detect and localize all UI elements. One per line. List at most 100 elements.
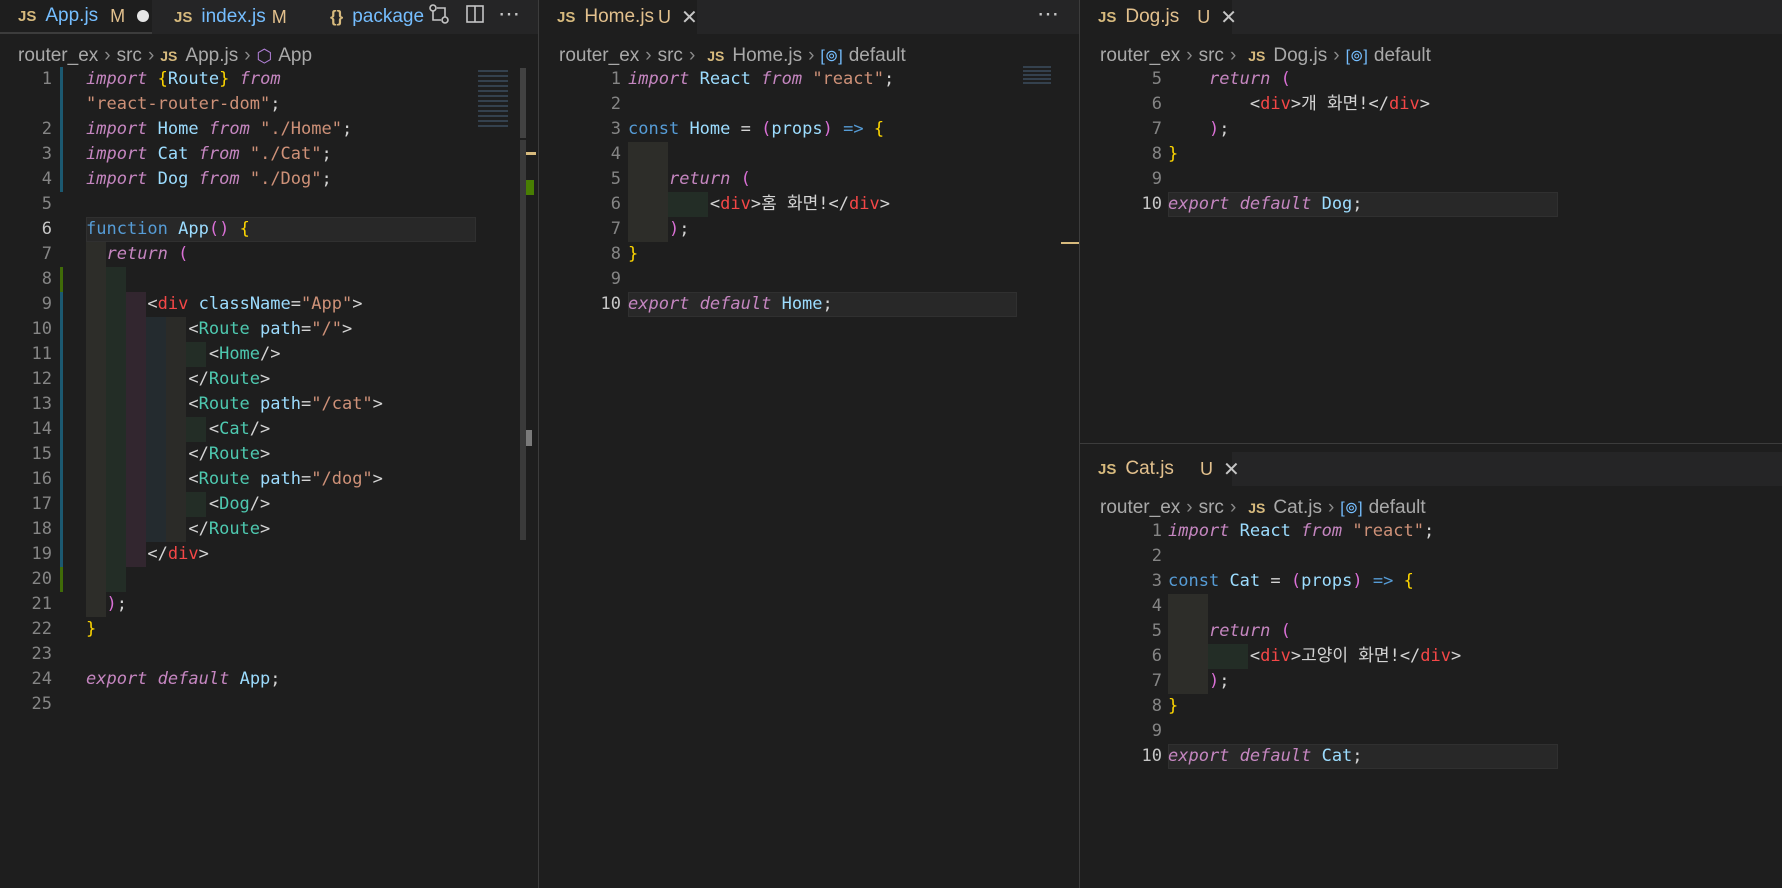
code-line[interactable]: <Cat/> (86, 417, 270, 442)
breadcrumb-file[interactable]: Dog.js (1273, 45, 1327, 67)
line-number: 5 (610, 169, 621, 189)
tab-label: Dog.js (1125, 6, 1180, 27)
close-icon[interactable]: ✕ (1220, 5, 1237, 30)
breadcrumb-file[interactable]: App.js (185, 45, 238, 67)
breadcrumb-file[interactable]: Home.js (732, 45, 802, 67)
group-divider[interactable] (1080, 443, 1782, 444)
breadcrumb-file[interactable]: Cat.js (1273, 497, 1322, 519)
code-line[interactable]: "react-router-dom"; (86, 92, 280, 117)
code-line[interactable]: <div className="App"> (86, 292, 362, 317)
line-number: 20 (31, 569, 52, 589)
breadcrumb-folder[interactable]: router_ex (559, 45, 639, 67)
breadcrumb-folder[interactable]: src (117, 45, 142, 67)
code-line[interactable]: } (1168, 142, 1178, 167)
unsaved-dot-icon[interactable] (137, 10, 150, 22)
line-number: 9 (610, 269, 621, 289)
code-line[interactable]: <Dog/> (86, 492, 270, 517)
code-line[interactable]: ); (1168, 669, 1230, 694)
tab-dog-js[interactable]: JS Dog.js U ✕ (1080, 0, 1237, 34)
code-line[interactable]: return ( (1168, 619, 1291, 644)
line-number: 4 (610, 144, 621, 164)
code-line[interactable]: </Route> (86, 517, 270, 542)
scrollbar-thumb[interactable] (526, 430, 532, 446)
code-line[interactable]: ); (86, 592, 127, 617)
code-line[interactable]: import {Route} from (86, 67, 281, 92)
breadcrumb-folder[interactable]: src (1199, 497, 1224, 519)
js-file-icon: JS (1098, 8, 1117, 26)
code-line[interactable]: import React from "react"; (1168, 519, 1434, 544)
breadcrumb-symbol[interactable]: default (1374, 45, 1431, 67)
code-line[interactable]: </Route> (86, 442, 270, 467)
tab-label: App.js (45, 5, 99, 26)
code-line[interactable]: <div>개 화면!</div> (1168, 92, 1430, 117)
code-line[interactable]: export default App; (86, 667, 281, 692)
code-line[interactable]: function App() { (86, 217, 250, 242)
line-number: 22 (31, 619, 52, 639)
chevron-right-icon: › (1229, 45, 1237, 66)
code-line[interactable]: </div> (86, 542, 208, 567)
code-line[interactable]: import Home from "./Home"; (86, 117, 352, 142)
code-line[interactable]: } (628, 242, 638, 267)
close-icon[interactable]: ✕ (681, 5, 698, 30)
variable-icon: [⊚] (1340, 500, 1363, 517)
code-line[interactable]: import Cat from "./Cat"; (86, 142, 332, 167)
code-line[interactable]: import React from "react"; (628, 67, 894, 92)
code-line[interactable]: </Route> (86, 367, 270, 392)
untracked-badge: U (1199, 458, 1213, 479)
chevron-right-icon: › (1229, 497, 1237, 518)
more-actions-icon[interactable]: ⋯ (498, 1, 520, 27)
chevron-right-icon: › (1333, 45, 1340, 66)
code-line[interactable]: <Route path="/dog"> (86, 467, 383, 492)
breadcrumb-folder[interactable]: router_ex (1100, 497, 1180, 519)
code-line[interactable]: return ( (1168, 67, 1291, 92)
breadcrumb-folder[interactable]: router_ex (1100, 45, 1180, 67)
tab-cat-js[interactable]: JS Cat.js U ✕ (1080, 452, 1240, 486)
git-added-bar (60, 267, 63, 292)
breadcrumb-symbol[interactable]: App (278, 45, 312, 67)
code-line[interactable]: <Route path="/"> (86, 317, 352, 342)
line-number: 25 (31, 694, 52, 714)
breadcrumb-folder[interactable]: router_ex (18, 45, 98, 67)
breadcrumb-folder[interactable]: src (1199, 45, 1224, 67)
more-actions-icon[interactable]: ⋯ (1037, 1, 1059, 27)
code-line[interactable]: } (1168, 694, 1178, 719)
code-line[interactable]: import Dog from "./Dog"; (86, 167, 332, 192)
code-line[interactable]: export default Home; (628, 292, 833, 317)
scrollbar-thumb[interactable] (520, 140, 526, 540)
line-number: 21 (31, 594, 52, 614)
breadcrumb-symbol[interactable]: default (1369, 497, 1426, 519)
close-icon[interactable]: ✕ (1223, 457, 1240, 482)
line-number: 8 (1151, 696, 1162, 716)
editor-group-dog: JS Dog.js U ✕ router_ex › src › JS Dog.js › … (1080, 0, 1782, 443)
minimap[interactable] (478, 70, 518, 130)
scrollbar[interactable] (520, 68, 526, 138)
code-line[interactable]: const Home = (props) => { (628, 117, 884, 142)
tab-home-js[interactable]: JS Home.js U ✕ (539, 0, 698, 34)
breadcrumb-folder[interactable]: src (658, 45, 683, 67)
code-line[interactable]: return ( (628, 167, 751, 192)
code-line[interactable]: ); (628, 217, 690, 242)
code-line[interactable]: } (86, 617, 96, 642)
line-number: 5 (1151, 621, 1162, 641)
tab-package-json[interactable]: {} package (316, 0, 425, 34)
variable-icon: [⊚] (1345, 48, 1368, 65)
tab-label: package (352, 6, 425, 27)
minimap[interactable] (1023, 66, 1059, 86)
code-line[interactable]: ); (1168, 117, 1230, 142)
tab-index-js[interactable]: JS index.js M (158, 0, 308, 34)
code-line[interactable]: export default Cat; (1168, 744, 1363, 769)
code-line[interactable]: <Home/> (86, 342, 281, 367)
open-changes-icon[interactable] (428, 3, 450, 31)
code-line[interactable]: const Cat = (props) => { (1168, 569, 1414, 594)
tab-app-js[interactable]: JS App.js M (0, 0, 152, 34)
code-line[interactable]: <div>고양이 화면!</div> (1168, 644, 1461, 669)
code-line[interactable]: return ( (86, 242, 188, 267)
line-number: 10 (1141, 746, 1162, 766)
line-number: 7 (1151, 671, 1162, 691)
code-line[interactable]: export default Dog; (1168, 192, 1363, 217)
code-line[interactable]: <Route path="/cat"> (86, 392, 383, 417)
breadcrumb-symbol[interactable]: default (849, 45, 906, 67)
split-editor-icon[interactable] (464, 3, 486, 31)
code-line[interactable]: <div>홈 화면!</div> (628, 192, 890, 217)
tab-label: Cat.js (1125, 458, 1174, 479)
